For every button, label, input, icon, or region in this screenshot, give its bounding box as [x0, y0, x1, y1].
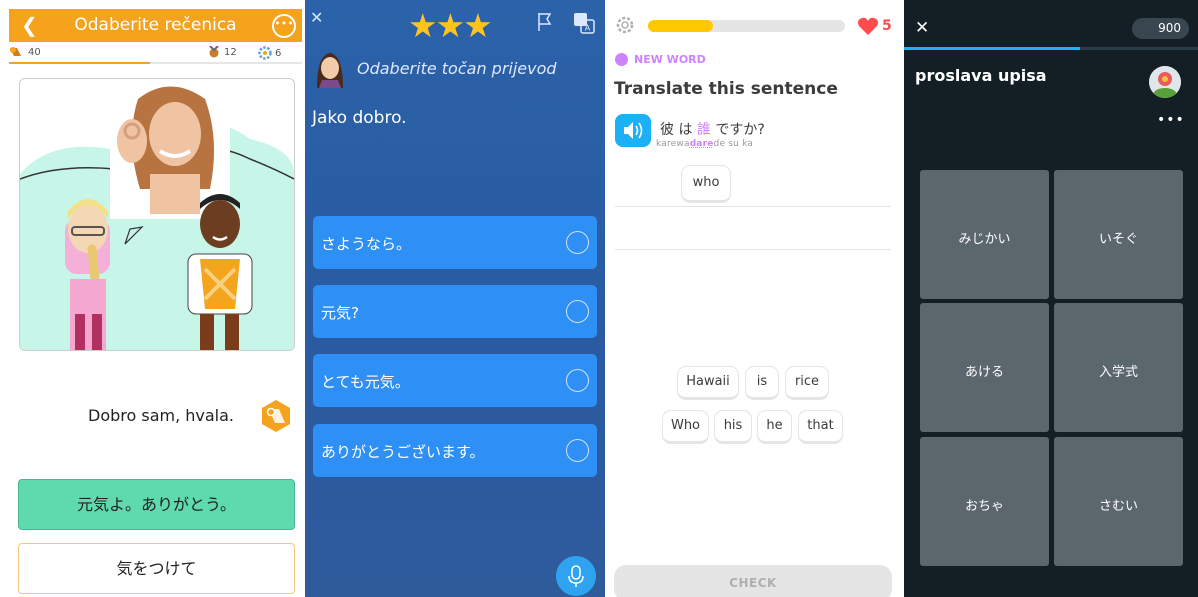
match-card-label: 入学式 — [1098, 365, 1138, 380]
stats-row: 40 12 6 — [9, 44, 302, 62]
answer-choice[interactable]: ありがとうございます。 — [313, 424, 597, 477]
japanese-sentence: 彼 は 誰 ですか? — [660, 119, 765, 139]
badge-icon — [10, 47, 21, 56]
gear-stat: 6 — [258, 46, 281, 60]
match-card-label: おちゃ — [964, 499, 1004, 514]
answer-choice-label: ありがとうございます。 — [321, 443, 485, 461]
hint-icon[interactable] — [259, 399, 293, 433]
new-word-label: NEW WORD — [634, 53, 706, 66]
lesson-panel-picture: ❮ Odaberite rečenica ••• 40 12 6 Dobro s… — [0, 0, 305, 597]
instruction-text: Odaberite točan prijevod — [357, 59, 557, 78]
tutor-avatar — [317, 53, 343, 88]
word-bank-tile[interactable]: he — [757, 410, 792, 444]
new-word-icon — [615, 53, 628, 66]
romaji-reading: karewadarede su ka — [656, 139, 753, 149]
radio-circle-icon[interactable] — [566, 369, 589, 392]
microphone-icon[interactable] — [556, 556, 596, 596]
answer-line — [615, 206, 891, 207]
match-card-label: さむい — [1098, 499, 1138, 514]
answer-choice-label: とても元気。 — [321, 373, 410, 391]
xp-counter: 900 — [1132, 18, 1189, 39]
word-bank-tile[interactable]: that — [798, 410, 843, 444]
badge-stat: 40 — [9, 46, 41, 58]
answer-tile[interactable]: who — [681, 165, 731, 203]
new-word-tag: NEW WORD — [615, 53, 706, 66]
speaker-icon[interactable] — [615, 114, 651, 147]
match-card[interactable]: さむい — [1054, 437, 1183, 566]
translate-icon[interactable]: A — [573, 12, 595, 34]
ellipsis-circle-icon[interactable]: ••• — [272, 14, 296, 38]
radio-circle-icon[interactable] — [566, 231, 589, 254]
lesson-panel-match: ✕ 900 proslava upisa ••• みじかい いそぐ あける 入学… — [904, 0, 1198, 597]
lesson-title: proslava upisa — [915, 66, 1047, 85]
word-bank-tile[interactable]: his — [714, 410, 752, 444]
answer-choice-label: 元気? — [321, 304, 359, 322]
answer-option[interactable]: 気をつけて — [18, 543, 295, 594]
page-title: Odaberite rečenica — [74, 15, 237, 35]
match-card[interactable]: いそぐ — [1054, 170, 1183, 299]
word-bank-tile[interactable]: rice — [785, 366, 829, 400]
answer-option-selected[interactable]: 元気よ。ありがとう。 — [18, 479, 295, 530]
answer-choice[interactable]: さようなら。 — [313, 216, 597, 269]
match-card-label: みじかい — [958, 232, 1011, 247]
lesson-progress-bar — [904, 47, 1198, 50]
hearts-count: 5 — [882, 18, 892, 34]
match-card[interactable]: みじかい — [920, 170, 1049, 299]
answer-line — [615, 249, 891, 250]
match-card-label: あける — [964, 365, 1004, 380]
exercise-heading: Translate this sentence — [614, 79, 838, 99]
radio-circle-icon[interactable] — [566, 300, 589, 323]
lesson-panel-word-bank: 5 NEW WORD Translate this sentence 彼 は 誰… — [605, 0, 899, 597]
romaji-new-word: dare — [689, 139, 714, 149]
close-icon[interactable]: ✕ — [915, 18, 929, 38]
svg-text:A: A — [585, 24, 591, 33]
lesson-progress-bar — [9, 62, 302, 64]
prompt-sentence: Jako dobro. — [312, 108, 407, 128]
settings-gear-icon[interactable] — [615, 15, 635, 35]
lesson-panel-translate: ✕ ★★★ A Odaberite točan prijevod Jako do… — [305, 0, 605, 597]
match-card[interactable]: あける — [920, 303, 1049, 432]
word-bank-tile[interactable]: Hawaii — [677, 366, 739, 400]
close-icon[interactable]: ✕ — [310, 8, 323, 27]
more-options-icon[interactable]: ••• — [1157, 112, 1185, 128]
lesson-progress-bar — [648, 20, 845, 32]
medal-icon — [209, 46, 219, 58]
check-button[interactable]: CHECK — [614, 565, 892, 597]
word-bank-tile[interactable]: is — [745, 366, 779, 400]
match-card[interactable]: 入学式 — [1054, 303, 1183, 432]
answer-choice[interactable]: 元気? — [313, 285, 597, 338]
gear-count: 6 — [275, 47, 282, 59]
illustration — [19, 78, 295, 351]
match-card-label: いそぐ — [1098, 232, 1138, 247]
romaji-part: de su ka — [713, 139, 754, 149]
profile-avatar[interactable] — [1149, 66, 1181, 98]
answer-choice-label: さようなら。 — [321, 235, 412, 253]
header-bar: ❮ Odaberite rečenica ••• — [9, 9, 302, 42]
gear-icon — [258, 46, 272, 60]
radio-circle-icon[interactable] — [566, 439, 589, 462]
badge-count: 40 — [28, 46, 41, 58]
flag-icon[interactable] — [537, 12, 553, 32]
heart-icon — [858, 17, 878, 35]
star-rating: ★★★ — [408, 6, 493, 45]
answer-sentence: Dobro sam, hvala. — [88, 406, 235, 425]
match-card[interactable]: おちゃ — [920, 437, 1049, 566]
sentence-part: ですか? — [710, 122, 765, 138]
word-bank-tile[interactable]: Who — [662, 410, 709, 444]
answer-choice[interactable]: とても元気。 — [313, 354, 597, 407]
sentence-part: 彼 は — [660, 122, 697, 138]
new-word[interactable]: 誰 — [697, 122, 711, 138]
medal-count: 12 — [224, 46, 237, 58]
medal-stat: 12 — [207, 46, 237, 58]
romaji-part: karewa — [656, 139, 690, 149]
